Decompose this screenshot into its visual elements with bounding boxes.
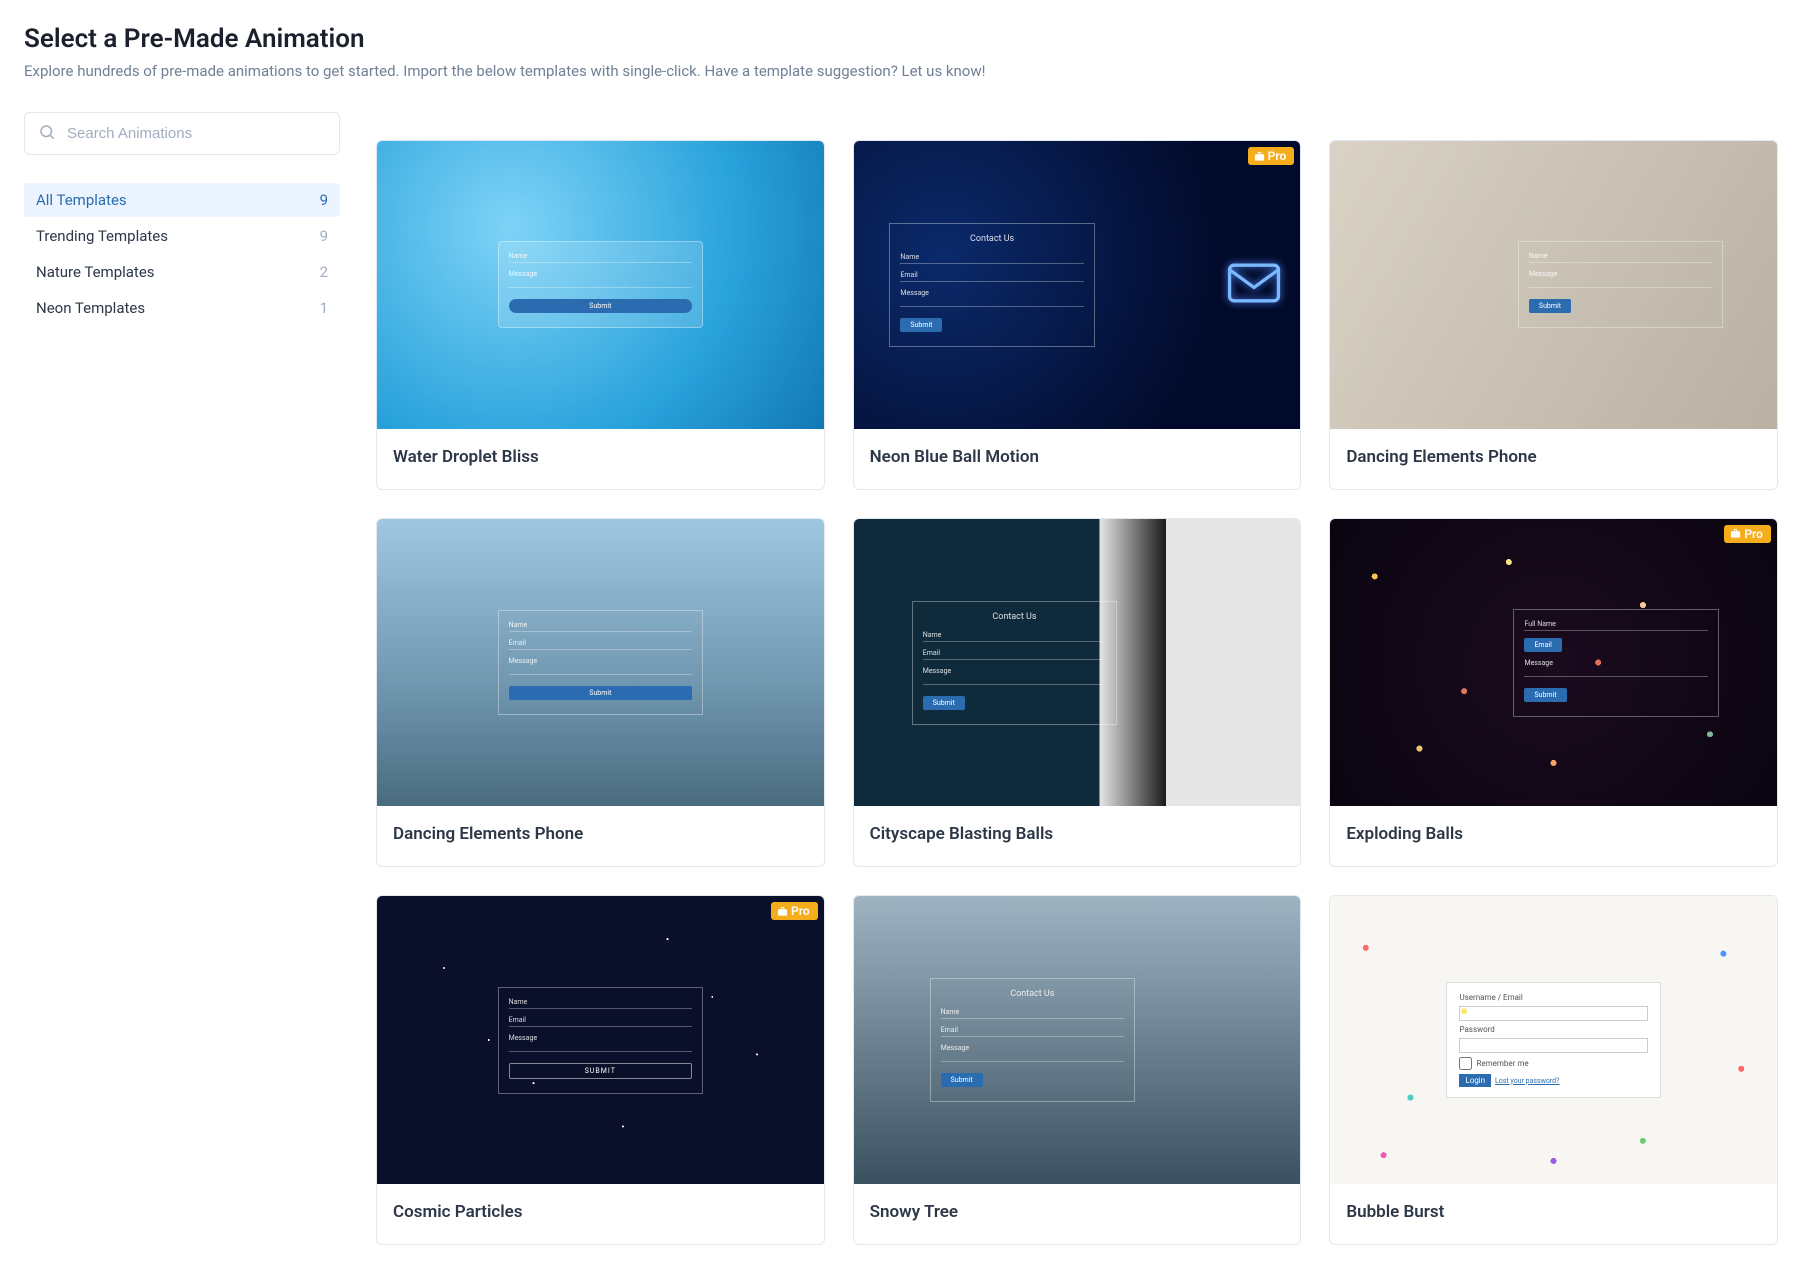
sidebar: All Templates 9 Trending Templates 9 Nature … [24, 112, 340, 327]
template-title-row: Cityscape Blasting Balls [854, 806, 1301, 866]
category-label: Neon Templates [36, 299, 145, 317]
template-title: Bubble Burst [1346, 1202, 1761, 1222]
category-list: All Templates 9 Trending Templates 9 Nature … [24, 183, 340, 325]
template-title: Neon Blue Ball Motion [870, 447, 1285, 467]
template-title-row: Cosmic Particles [377, 1184, 824, 1244]
template-thumbnail: Name Message Submit [1330, 141, 1777, 429]
category-label: Trending Templates [36, 227, 168, 245]
template-title-row: Water Droplet Bliss [377, 429, 824, 489]
template-thumbnail: Full Name Email Message Submit Pro [1330, 519, 1777, 807]
category-label: All Templates [36, 191, 127, 209]
category-count: 9 [320, 227, 328, 245]
template-title: Dancing Elements Phone [1346, 447, 1761, 467]
template-card[interactable]: Full Name Email Message Submit Pro Explod… [1329, 518, 1778, 868]
template-title-row: Dancing Elements Phone [1330, 429, 1777, 489]
template-title-row: Bubble Burst [1330, 1184, 1777, 1244]
template-title-row: Snowy Tree [854, 1184, 1301, 1244]
template-thumbnail: Name Email Message SUBMIT Pro [377, 896, 824, 1184]
category-item[interactable]: Nature Templates 2 [24, 255, 340, 289]
template-thumbnail: Name Email Message Submit [377, 519, 824, 807]
template-thumbnail: Username / Email Password Remember me Lo… [1330, 896, 1777, 1184]
template-card[interactable]: Name Email Message Submit Dancing Elemen… [376, 518, 825, 868]
template-title: Dancing Elements Phone [393, 824, 808, 844]
template-thumbnail: Name Message Submit [377, 141, 824, 429]
category-item[interactable]: Neon Templates 1 [24, 291, 340, 325]
template-grid: Name Message Submit Water Droplet Bliss … [376, 112, 1778, 1245]
category-count: 1 [320, 299, 328, 317]
template-thumbnail: Contact Us Name Email Message Submit [854, 519, 1301, 807]
template-title-row: Exploding Balls [1330, 806, 1777, 866]
template-card[interactable]: Name Message Submit Dancing Elements Pho… [1329, 140, 1778, 490]
template-card[interactable]: Name Email Message SUBMIT Pro Cosmic Part… [376, 895, 825, 1245]
template-title-row: Dancing Elements Phone [377, 806, 824, 866]
search-icon [38, 123, 56, 145]
pro-badge: Pro [771, 902, 818, 920]
pro-badge: Pro [1248, 147, 1295, 165]
category-item[interactable]: All Templates 9 [24, 183, 340, 217]
category-item[interactable]: Trending Templates 9 [24, 219, 340, 253]
template-card[interactable]: Name Message Submit Water Droplet Bliss [376, 140, 825, 490]
template-title: Water Droplet Bliss [393, 447, 808, 467]
template-card[interactable]: Username / Email Password Remember me Lo… [1329, 895, 1778, 1245]
page-title: Select a Pre-Made Animation [24, 24, 1778, 54]
template-card[interactable]: Contact Us Name Email Message Submit Sno… [853, 895, 1302, 1245]
template-title: Cosmic Particles [393, 1202, 808, 1222]
search-wrap [24, 112, 340, 155]
pro-badge: Pro [1724, 525, 1771, 543]
category-count: 9 [320, 191, 328, 209]
template-title: Cityscape Blasting Balls [870, 824, 1285, 844]
page-subtitle: Explore hundreds of pre-made animations … [24, 62, 1778, 80]
template-title: Snowy Tree [870, 1202, 1285, 1222]
template-thumbnail: Contact Us Name Email Message Submit Pro [854, 141, 1301, 429]
template-title: Exploding Balls [1346, 824, 1761, 844]
template-title-row: Neon Blue Ball Motion [854, 429, 1301, 489]
template-card[interactable]: Contact Us Name Email Message Submit Cit… [853, 518, 1302, 868]
category-count: 2 [320, 263, 328, 281]
category-label: Nature Templates [36, 263, 155, 281]
template-card[interactable]: Contact Us Name Email Message Submit Pro… [853, 140, 1302, 490]
template-thumbnail: Contact Us Name Email Message Submit [854, 896, 1301, 1184]
search-input[interactable] [24, 112, 340, 155]
